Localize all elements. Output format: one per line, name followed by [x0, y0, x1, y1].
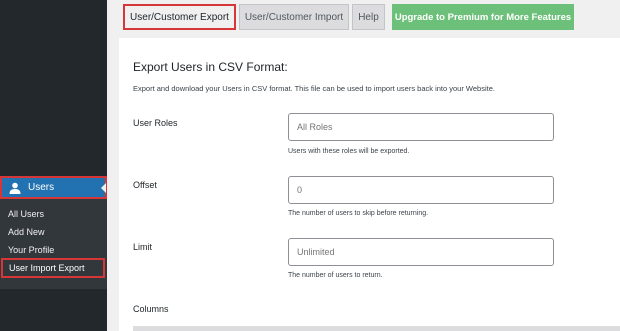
- submenu-item-all-users[interactable]: All Users: [8, 209, 44, 219]
- columns-label: Columns: [133, 304, 169, 314]
- offset-hint: The number of users to skip before retur…: [288, 210, 429, 217]
- tab-user-customer-export[interactable]: User/Customer Export: [123, 4, 236, 30]
- limit-input[interactable]: [288, 238, 554, 266]
- offset-label: Offset: [133, 180, 157, 190]
- offset-input[interactable]: [288, 176, 554, 204]
- tab-help[interactable]: Help: [352, 4, 385, 30]
- submenu-item-your-profile[interactable]: Your Profile: [8, 245, 54, 255]
- user-roles-hint: Users with these roles will be exported.: [288, 148, 410, 155]
- user-roles-input[interactable]: [288, 113, 554, 141]
- menu-item-users-label: Users: [28, 182, 55, 193]
- current-menu-arrow: [101, 183, 106, 193]
- limit-label: Limit: [133, 242, 153, 252]
- page-description: Export and download your Users in CSV fo…: [133, 84, 495, 93]
- columns-table-header: [133, 326, 620, 331]
- upgrade-premium-button[interactable]: Upgrade to Premium for More Features: [392, 4, 574, 30]
- user-icon: [8, 181, 22, 195]
- menu-item-users[interactable]: Users: [0, 176, 107, 199]
- page-title: Export Users in CSV Format:: [133, 60, 288, 74]
- export-panel: Export Users in CSV Format: Export and d…: [119, 38, 620, 331]
- users-submenu: All Users Add New Your Profile User Impo…: [0, 199, 107, 289]
- tab-user-customer-import[interactable]: User/Customer Import: [239, 4, 349, 30]
- admin-sidebar: Users All Users Add New Your Profile Use…: [0, 0, 107, 331]
- user-roles-label: User Roles: [133, 118, 178, 128]
- submenu-item-user-import-export[interactable]: User Import Export: [1, 258, 105, 278]
- limit-hint: The number of users to return.: [288, 272, 383, 279]
- submenu-item-add-new[interactable]: Add New: [8, 227, 45, 237]
